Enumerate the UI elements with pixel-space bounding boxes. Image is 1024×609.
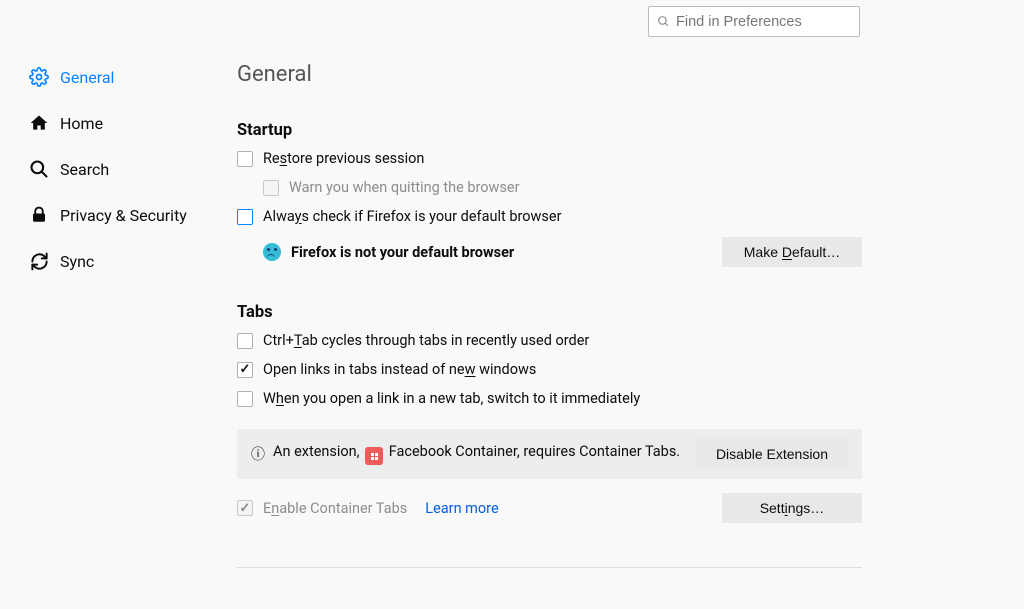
search-icon (657, 15, 670, 28)
sidebar-item-sync[interactable]: Sync (28, 250, 187, 272)
section-tabs-title: Tabs (237, 303, 862, 322)
container-tabs-label: Enable Container Tabs (263, 500, 407, 517)
container-tabs-row: Enable Container Tabs Learn more Setting… (237, 493, 862, 523)
sidebar-item-label: Home (60, 114, 103, 133)
ctrltab-label: Ctrl+Tab cycles through tabs in recently… (263, 332, 862, 349)
section-startup-title: Startup (237, 121, 862, 140)
warn-quit-row: Warn you when quitting the browser (263, 179, 862, 196)
main-content: General Startup Restore previous session… (237, 62, 862, 568)
page-title: General (237, 62, 862, 87)
openlinks-checkbox[interactable] (237, 362, 253, 378)
restore-session-label: Restore previous session (263, 150, 862, 167)
sidebar-item-search[interactable]: Search (28, 158, 187, 180)
search-icon (28, 158, 50, 180)
always-check-row[interactable]: Always check if Firefox is your default … (237, 208, 862, 225)
switchtab-row[interactable]: When you open a link in a new tab, switc… (237, 390, 862, 407)
sidebar-item-label: General (60, 68, 114, 87)
extension-icon (365, 447, 383, 465)
warn-quit-checkbox (263, 180, 279, 196)
search-bar[interactable] (648, 6, 860, 37)
home-icon (28, 112, 50, 134)
openlinks-row[interactable]: Open links in tabs instead of new window… (237, 361, 862, 378)
ctrltab-checkbox[interactable] (237, 333, 253, 349)
warn-quit-label: Warn you when quitting the browser (289, 179, 862, 196)
sidebar: General Home Search Privacy & Security S… (28, 66, 187, 272)
sync-icon (28, 250, 50, 272)
search-input[interactable] (676, 14, 863, 30)
sad-face-icon (263, 243, 281, 261)
sidebar-item-home[interactable]: Home (28, 112, 187, 134)
container-tabs-checkbox (237, 500, 253, 516)
disable-extension-button[interactable]: Disable Extension (696, 439, 848, 469)
section-divider (237, 567, 862, 568)
sidebar-item-privacy[interactable]: Privacy & Security (28, 204, 187, 226)
gear-icon (28, 66, 50, 88)
sidebar-item-label: Search (60, 160, 109, 179)
default-browser-row: Firefox is not your default browser Make… (263, 237, 862, 267)
switchtab-label: When you open a link in a new tab, switc… (263, 390, 862, 407)
sidebar-item-label: Sync (60, 252, 94, 271)
not-default-text: Firefox is not your default browser (291, 244, 722, 261)
lock-icon (28, 204, 50, 226)
info-icon: ⓘ (251, 444, 265, 464)
always-check-label: Always check if Firefox is your default … (263, 208, 862, 225)
container-settings-button[interactable]: Settings… (722, 493, 862, 523)
sidebar-item-label: Privacy & Security (60, 206, 187, 225)
ctrltab-row[interactable]: Ctrl+Tab cycles through tabs in recently… (237, 332, 862, 349)
openlinks-label: Open links in tabs instead of new window… (263, 361, 862, 378)
make-default-button[interactable]: Make Default… (722, 237, 862, 267)
switchtab-checkbox[interactable] (237, 391, 253, 407)
restore-session-checkbox[interactable] (237, 151, 253, 167)
extension-notice: ⓘ An extension, Facebook Container, requ… (237, 429, 862, 479)
restore-session-row[interactable]: Restore previous session (237, 150, 862, 167)
sidebar-item-general[interactable]: General (28, 66, 187, 88)
learn-more-link[interactable]: Learn more (425, 500, 498, 517)
always-check-checkbox[interactable] (237, 209, 253, 225)
extension-notice-text: An extension, Facebook Container, requir… (273, 443, 688, 466)
